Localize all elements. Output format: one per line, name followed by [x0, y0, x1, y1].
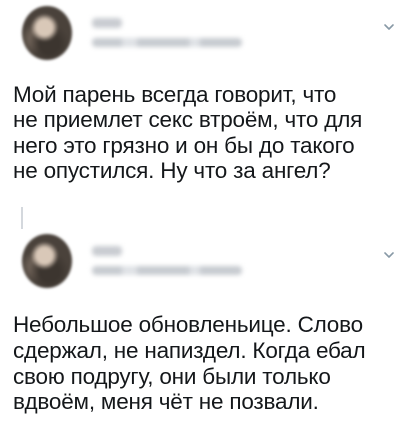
- tweet: Мой парень всегда говорит, что не приемл…: [0, 0, 420, 212]
- tweet: Небольшое обновленьице. Слово сдержал, н…: [0, 228, 420, 428]
- blurred-display-name: [92, 246, 122, 256]
- tweet-text: Мой парень всегда говорит, что не приемл…: [13, 82, 363, 183]
- tweet-text: Небольшое обновленьице. Слово сдержал, н…: [13, 312, 366, 415]
- avatar[interactable]: [22, 234, 72, 288]
- avatar[interactable]: [22, 6, 72, 60]
- chevron-down-icon[interactable]: [382, 20, 396, 34]
- blurred-username: [92, 38, 242, 47]
- blurred-display-name: [92, 18, 122, 28]
- thread-connector-line: [21, 207, 23, 229]
- chevron-down-icon[interactable]: [382, 248, 396, 262]
- blurred-username: [92, 266, 242, 275]
